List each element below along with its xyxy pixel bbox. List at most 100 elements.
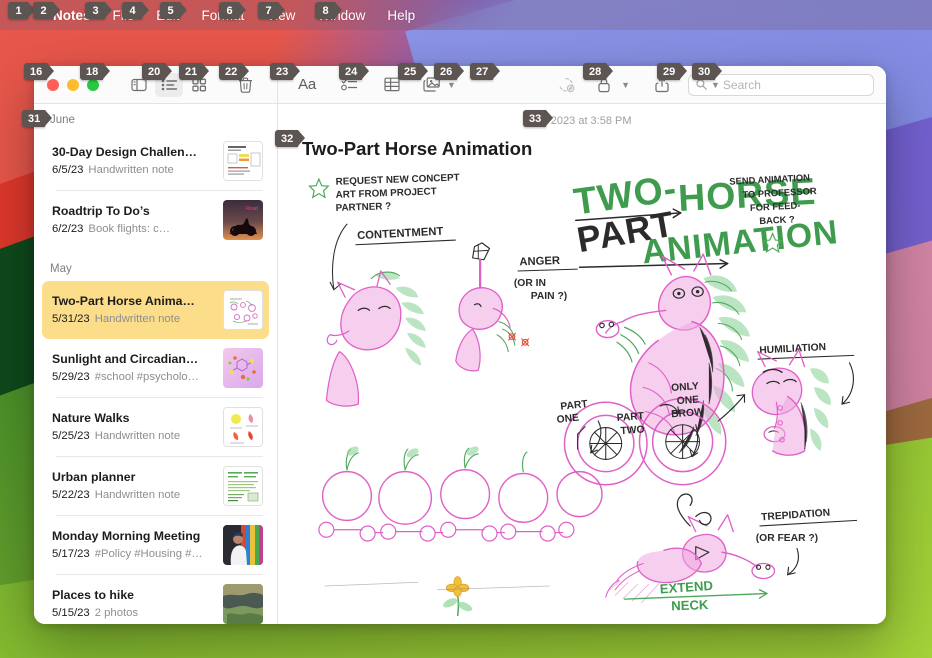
list-item[interactable]: Roadtrip To Do’s 6/2/23 Book flights: c… … [42,191,269,249]
note-title: Roadtrip To Do’s [52,204,150,219]
note-meta: 5/15/23 2 photos [52,606,215,621]
note-date: 5/17/23 [52,547,90,560]
svg-text:NECK: NECK [671,597,709,613]
badge-1: 1 [8,2,35,19]
svg-text:TWO: TWO [620,424,645,437]
note-date: 6/2/23 [52,222,84,235]
list-item[interactable]: Places to hike 5/15/23 2 photos [42,575,269,624]
svg-text:BROW: BROW [671,407,705,420]
lock-chevron-down-icon[interactable]: ▼ [621,80,630,90]
note-date: 5/31/23 [52,312,90,325]
list-item[interactable]: Monday Morning Meeting 5/17/23 #Policy #H… [42,516,269,574]
note-snippet: Book flights: c… [88,222,171,235]
badge-16: 16 [24,63,55,80]
note-title: Two-Part Horse Anima… [52,294,195,309]
group-june: June [50,114,75,126]
svg-text:ANGER: ANGER [519,255,560,268]
badge-29: 29 [657,63,688,80]
minimize-button[interactable] [67,78,79,91]
list-item[interactable]: Urban planner 5/22/23 Handwritten note [42,457,269,515]
note-title: Nature Walks [52,411,130,426]
note-title: Sunlight and Circadian… [52,352,199,367]
badge-32: 32 [275,130,306,147]
note-snippet: Handwritten note [94,488,181,501]
note-snippet: Handwritten note [94,429,181,442]
svg-text:ONE: ONE [676,395,699,408]
note-title: Monday Morning Meeting [52,529,201,544]
badge-6: 6 [219,2,246,19]
search-icon [696,79,707,90]
note-thumbnail [223,348,263,388]
badge-22: 22 [219,63,250,80]
notes-window: Aa ▼ ▼ ▼ Search June 30-Day Design Chall… [34,66,886,624]
handwritten-horse-animation-sketch[interactable]: .hw { font-family: "Liberation Sans", sa… [298,166,876,616]
note-title-heading: Two-Part Horse Animation [302,138,533,159]
note-snippet: Handwritten note [94,312,181,325]
note-snippet: #school #psycholo… [94,370,199,383]
badge-25: 25 [398,63,429,80]
badge-28: 28 [583,63,614,80]
maximize-button[interactable] [87,78,99,91]
note-meta: 5/22/23 Handwritten note [52,488,215,503]
svg-text:(OR IN: (OR IN [514,278,546,289]
svg-text:Road: Road [246,206,258,212]
badge-4: 4 [122,2,149,19]
badge-18: 18 [80,63,111,80]
note-list[interactable]: June 30-Day Design Challen… 6/5/23 Handwr… [34,104,278,624]
svg-text:PART: PART [616,411,645,424]
note-date: 31, 2023 at 3:58 PM [532,115,632,127]
note-date: 5/22/23 [52,488,90,501]
badge-21: 21 [179,63,210,80]
svg-text:PARTNER ?: PARTNER ? [335,201,391,214]
note-thumbnail: Road [223,200,263,240]
svg-text:PAIN ?): PAIN ?) [531,291,567,302]
note-title: Urban planner [52,470,136,485]
list-item[interactable]: Nature Walks 5/25/23 Handwritten note [42,398,269,456]
note-meta: 5/31/23 Handwritten note [52,312,215,327]
note-thumbnail [223,466,263,506]
note-detail: 31, 2023 at 3:58 PM Two-Part Horse Anima… [278,104,886,624]
note-title: Places to hike [52,588,135,603]
badge-23: 23 [270,63,301,80]
search-input[interactable]: Search [723,78,761,92]
badge-5: 5 [160,2,187,19]
group-may: May [50,263,72,275]
menu-help[interactable]: Help [376,8,426,23]
badge-24: 24 [339,63,370,80]
note-date: 5/29/23 [52,370,90,383]
list-item[interactable]: Sunlight and Circadian… 5/29/23 #school #… [42,339,269,397]
svg-text:ONLY: ONLY [671,381,699,394]
note-snippet: 2 photos [94,606,139,619]
svg-text:(OR FEAR ?): (OR FEAR ?) [756,533,818,544]
close-button[interactable] [47,78,59,91]
note-date: 5/15/23 [52,606,90,619]
list-item[interactable]: 30-Day Design Challen… 6/5/23 Handwritten… [42,132,269,190]
media-chevron-down-icon[interactable]: ▼ [447,80,456,90]
quick-note-icon[interactable] [552,73,580,97]
svg-text:BACK ?: BACK ? [759,214,795,226]
note-thumbnail [223,290,263,330]
screen:  Notes File Edit Format View Window Hel… [0,0,932,658]
svg-text:ONE: ONE [556,413,579,426]
badge-27: 27 [470,63,501,80]
note-thumbnail [223,525,263,565]
list-item-selected[interactable]: Two-Part Horse Anima… 5/31/23 Handwritten… [42,281,269,339]
note-snippet: #Policy #Housing #… [94,547,203,560]
note-thumbnail [223,584,263,624]
note-meta: 5/17/23 #Policy #Housing #… [52,547,215,562]
note-date: 5/25/23 [52,429,90,442]
badge-31: 31 [22,110,53,127]
badge-8: 8 [315,2,342,19]
badge-3: 3 [85,2,112,19]
note-meta: 5/25/23 Handwritten note [52,429,215,444]
badge-20: 20 [142,63,173,80]
badge-26: 26 [434,63,465,80]
note-meta: 6/2/23 Book flights: c… [52,222,215,237]
window-controls [34,78,99,91]
badge-33: 33 [523,110,554,127]
search-chevron-down-icon[interactable]: ▼ [711,80,720,90]
note-thumbnail [223,407,263,447]
badge-7: 7 [258,2,285,19]
note-thumbnail [223,141,263,181]
badge-30: 30 [692,63,723,80]
